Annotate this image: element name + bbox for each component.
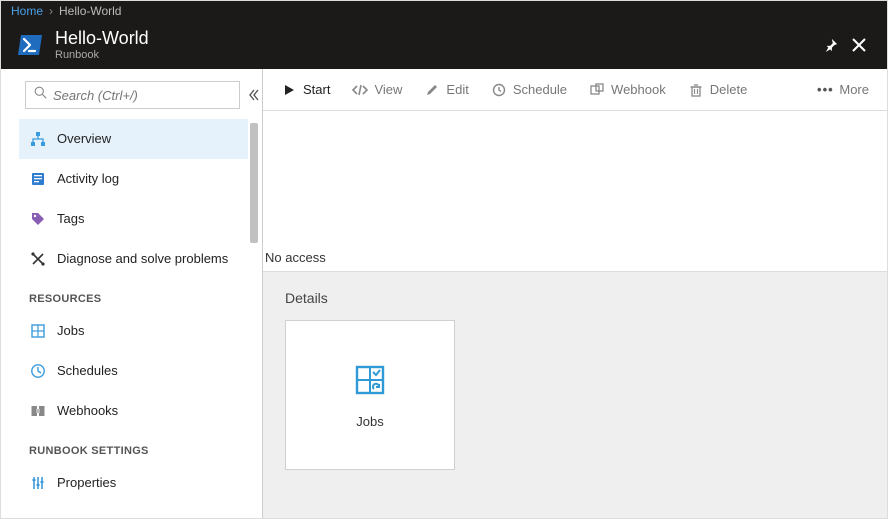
sidebar-item-schedules[interactable]: Schedules bbox=[19, 351, 248, 391]
jobs-tile-label: Jobs bbox=[356, 414, 383, 429]
sidebar-item-label: Overview bbox=[57, 131, 111, 146]
breadcrumb-home[interactable]: Home bbox=[11, 4, 43, 18]
sidebar-item-label: Tags bbox=[57, 211, 84, 226]
clock-icon bbox=[491, 82, 507, 98]
summary-area: No access bbox=[263, 111, 887, 271]
jobs-tile-icon bbox=[352, 362, 388, 398]
sidebar-item-label: Webhooks bbox=[57, 403, 118, 418]
search-input[interactable] bbox=[53, 88, 231, 103]
webhook-button[interactable]: Webhook bbox=[589, 82, 666, 98]
details-panel: Details Jobs bbox=[263, 271, 887, 518]
sidebar-item-properties[interactable]: Properties bbox=[19, 463, 248, 503]
schedule-button[interactable]: Schedule bbox=[491, 82, 567, 98]
sidebar-item-activity-log[interactable]: Activity log bbox=[19, 159, 248, 199]
no-access-text: No access bbox=[265, 250, 326, 265]
chevron-right-icon: › bbox=[49, 4, 53, 18]
page-subtitle: Runbook bbox=[55, 49, 149, 61]
delete-button[interactable]: Delete bbox=[688, 82, 748, 98]
sidebar-item-label: Activity log bbox=[57, 171, 119, 186]
jobs-tile[interactable]: Jobs bbox=[285, 320, 455, 470]
title-bar: Hello-World Runbook bbox=[1, 21, 887, 69]
sidebar-group-runbook-settings: RUNBOOK SETTINGS bbox=[19, 431, 248, 463]
view-label: View bbox=[374, 82, 402, 97]
toolbar: Start View Edit Schedule Webhook Delete bbox=[263, 69, 887, 111]
view-button[interactable]: View bbox=[352, 82, 402, 98]
jobs-icon bbox=[29, 322, 47, 340]
code-icon bbox=[352, 82, 368, 98]
page-title: Hello-World bbox=[55, 29, 149, 49]
sidebar-item-label: Diagnose and solve problems bbox=[57, 251, 228, 266]
pin-button[interactable] bbox=[817, 31, 845, 59]
start-label: Start bbox=[303, 82, 330, 97]
webhook-label: Webhook bbox=[611, 82, 666, 97]
log-icon bbox=[29, 170, 47, 188]
sidebar-scrollbar[interactable] bbox=[250, 119, 260, 518]
edit-button[interactable]: Edit bbox=[424, 82, 468, 98]
close-button[interactable] bbox=[845, 31, 873, 59]
start-button[interactable]: Start bbox=[281, 82, 330, 98]
content-pane: Start View Edit Schedule Webhook Delete bbox=[263, 69, 887, 518]
sidebar-item-jobs[interactable]: Jobs bbox=[19, 311, 248, 351]
trash-icon bbox=[688, 82, 704, 98]
sidebar-item-tags[interactable]: Tags bbox=[19, 199, 248, 239]
webhook-icon bbox=[589, 82, 605, 98]
search-icon bbox=[34, 86, 47, 104]
sidebar-item-webhooks[interactable]: Webhooks bbox=[19, 391, 248, 431]
collapse-sidebar-button[interactable] bbox=[248, 81, 260, 109]
edit-label: Edit bbox=[446, 82, 468, 97]
pencil-icon bbox=[424, 82, 440, 98]
breadcrumb-current: Hello-World bbox=[59, 4, 121, 18]
tools-icon bbox=[29, 250, 47, 268]
sidebar-group-resources: RESOURCES bbox=[19, 279, 248, 311]
sidebar-item-overview[interactable]: Overview bbox=[19, 119, 248, 159]
webhook-icon bbox=[29, 402, 47, 420]
search-input-wrapper[interactable] bbox=[25, 81, 240, 109]
sidebar-item-diagnose[interactable]: Diagnose and solve problems bbox=[19, 239, 248, 279]
properties-icon bbox=[29, 474, 47, 492]
sidebar-item-label: Properties bbox=[57, 475, 116, 490]
delete-label: Delete bbox=[710, 82, 748, 97]
sidebar-item-label: Jobs bbox=[57, 323, 84, 338]
sitemap-icon bbox=[29, 130, 47, 148]
powershell-icon bbox=[15, 30, 45, 60]
schedule-label: Schedule bbox=[513, 82, 567, 97]
ellipsis-icon: ••• bbox=[817, 82, 833, 98]
more-label: More bbox=[839, 82, 869, 97]
more-button[interactable]: ••• More bbox=[817, 82, 869, 98]
play-icon bbox=[281, 82, 297, 98]
details-title: Details bbox=[285, 290, 865, 306]
sidebar-item-label: Schedules bbox=[57, 363, 118, 378]
sidebar: Overview Activity log Tags bbox=[1, 69, 263, 518]
clock-icon bbox=[29, 362, 47, 380]
tag-icon bbox=[29, 210, 47, 228]
breadcrumb: Home › Hello-World bbox=[1, 1, 887, 21]
